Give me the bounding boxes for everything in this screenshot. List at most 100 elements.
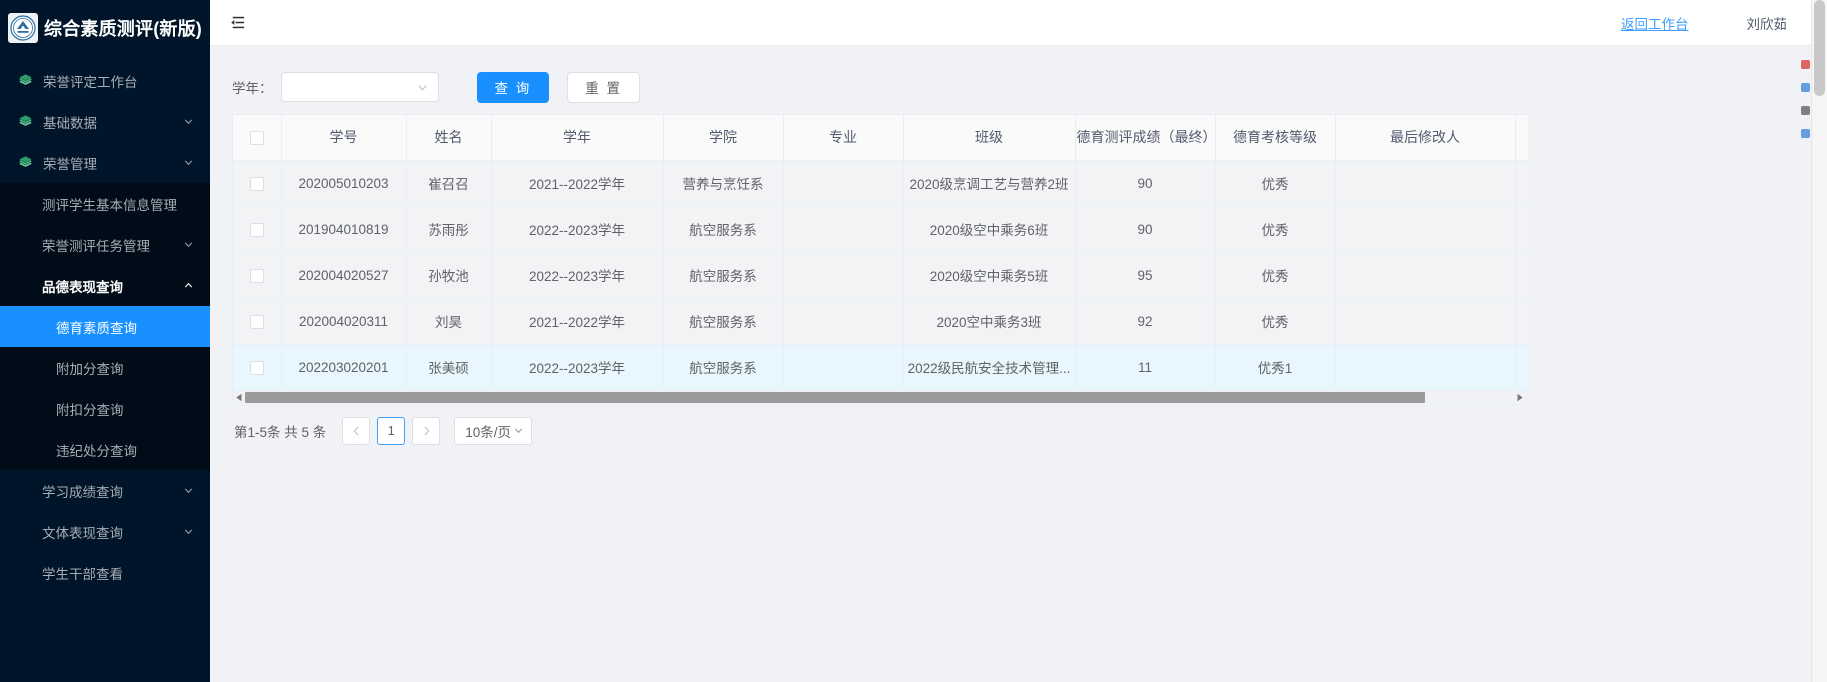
cell-major — [783, 298, 904, 345]
sidebar: 综合素质测评(新版) 荣誉评定工作台 基础数据 荣誉管理 测评学生基本信息管理 … — [0, 0, 210, 682]
sidebar-item-task-management[interactable]: 荣誉测评任务管理 — [0, 224, 210, 265]
cell-school-year: 2022--2023学年 — [491, 206, 664, 253]
menu-fold-icon[interactable] — [228, 13, 247, 32]
select-all-checkbox[interactable] — [249, 131, 264, 146]
column-header-student-id[interactable]: 学号 — [281, 115, 407, 161]
sidebar-item-moral-performance[interactable]: 品德表现查询 — [0, 265, 210, 306]
sidebar-item-student-info[interactable]: 测评学生基本信息管理 — [0, 183, 210, 224]
table-horizontal-scrollbar[interactable] — [232, 390, 1527, 406]
sidebar-item-basic-data[interactable]: 基础数据 — [0, 101, 210, 142]
scrollbar-track[interactable] — [245, 390, 1514, 405]
cell-score: 90 — [1075, 206, 1216, 253]
sidebar-item-moral-quality-query[interactable]: 德育素质查询 — [0, 306, 210, 347]
school-year-select[interactable] — [280, 72, 439, 102]
sidebar-item-academic-score-query[interactable]: 学习成绩查询 — [0, 470, 210, 511]
table-row[interactable]: 201904010819 苏雨彤 2022--2023学年 航空服务系 2020… — [233, 206, 1528, 253]
column-header-tail — [1515, 115, 1528, 161]
chevron-down-icon — [183, 116, 194, 127]
sidebar-item-bonus-points-query[interactable]: 附加分查询 — [0, 347, 210, 388]
cell-last-editor — [1335, 252, 1516, 299]
search-button[interactable]: 查 询 — [476, 71, 550, 103]
column-header-score[interactable]: 德育测评成绩（最终） — [1075, 115, 1217, 161]
sidebar-item-arts-sports-query[interactable]: 文体表现查询 — [0, 511, 210, 552]
column-header-name[interactable]: 姓名 — [406, 115, 492, 161]
sidebar-item-discipline-query[interactable]: 违纪处分查询 — [0, 429, 210, 470]
sidebar-item-label: 文体表现查询 — [42, 525, 123, 541]
cell-last-editor — [1335, 344, 1516, 391]
sidebar-item-student-cadre-view[interactable]: 学生干部查看 — [0, 552, 210, 593]
extension-icon-3[interactable] — [1801, 106, 1810, 115]
scrollbar-thumb[interactable] — [245, 392, 1426, 403]
cell-college: 营养与烹饪系 — [663, 160, 784, 207]
row-checkbox[interactable] — [249, 222, 264, 237]
app-root: 综合素质测评(新版) 荣誉评定工作台 基础数据 荣誉管理 测评学生基本信息管理 … — [0, 0, 1827, 682]
extension-icon-4[interactable] — [1801, 129, 1810, 138]
layers-icon — [18, 73, 33, 88]
cell-major — [783, 252, 904, 299]
row-checkbox-cell — [233, 206, 282, 253]
page-size-select[interactable]: 10条/页 — [454, 416, 533, 445]
cell-school-year: 2021--2022学年 — [491, 160, 664, 207]
cell-class: 2020级空中乘务5班 — [903, 252, 1076, 299]
cell-class: 2022级民航安全技术管理... — [903, 344, 1076, 391]
back-to-workbench-link[interactable]: 返回工作台 — [1621, 13, 1689, 33]
cell-class: 2020空中乘务3班 — [903, 298, 1076, 345]
cell-tail — [1515, 252, 1528, 299]
table-row[interactable]: 202005010203 崔召召 2021--2022学年 营养与烹饪系 202… — [233, 160, 1528, 207]
sidebar-item-deduction-points-query[interactable]: 附扣分查询 — [0, 388, 210, 429]
reset-button[interactable]: 重 置 — [567, 71, 641, 103]
sidebar-item-honor-management[interactable]: 荣誉管理 — [0, 142, 210, 183]
row-checkbox[interactable] — [249, 314, 264, 329]
sidebar-item-label: 学习成绩查询 — [42, 484, 123, 500]
row-checkbox[interactable] — [249, 268, 264, 283]
sidebar-item-label: 荣誉测评任务管理 — [42, 238, 150, 254]
chevron-left-icon — [353, 426, 359, 435]
column-header-major[interactable]: 专业 — [783, 115, 904, 161]
chevron-down-icon — [416, 81, 429, 94]
pagination-prev-button[interactable] — [342, 416, 371, 445]
cell-name: 孙牧池 — [406, 252, 492, 299]
extension-icon-1[interactable] — [1801, 60, 1810, 69]
cell-major — [783, 206, 904, 253]
cell-college: 航空服务系 — [663, 344, 784, 391]
user-name[interactable]: 刘欣茹 — [1747, 13, 1788, 33]
pagination-page-1[interactable]: 1 — [377, 416, 406, 445]
table-row[interactable]: 202004020527 孙牧池 2022--2023学年 航空服务系 2020… — [233, 252, 1528, 299]
brand-title: 综合素质测评(新版) — [44, 19, 202, 39]
pagination-next-button[interactable] — [412, 416, 441, 445]
cell-name: 张美硕 — [406, 344, 492, 391]
column-header-last-editor[interactable]: 最后修改人 — [1335, 115, 1516, 161]
table-row[interactable]: 202004020311 刘昊 2021--2022学年 航空服务系 2020空… — [233, 298, 1528, 345]
triangle-left-icon[interactable] — [233, 393, 245, 402]
select-all-cell — [233, 115, 282, 161]
cell-student-id: 202004020527 — [281, 252, 407, 299]
page-size-value: 10条/页 — [465, 424, 512, 440]
browser-scrollbar-thumb[interactable] — [1814, 0, 1825, 96]
row-checkbox[interactable] — [249, 360, 264, 375]
sidebar-item-honor-workbench[interactable]: 荣誉评定工作台 — [0, 60, 210, 101]
chevron-down-icon — [183, 485, 194, 496]
chevron-down-icon — [513, 425, 524, 436]
cell-score: 95 — [1075, 252, 1216, 299]
cell-score: 11 — [1075, 344, 1216, 391]
column-header-grade[interactable]: 德育考核等级 — [1215, 115, 1336, 161]
main-area: 返回工作台 刘欣茹 学年： 查 询 重 置 学号 姓名 学年 学院 专业 班级 … — [210, 0, 1827, 682]
cell-name: 苏雨彤 — [406, 206, 492, 253]
cell-school-year: 2022--2023学年 — [491, 252, 664, 299]
table-head: 学号 姓名 学年 学院 专业 班级 德育测评成绩（最终） 德育考核等级 最后修改… — [233, 115, 1528, 161]
chevron-down-icon — [183, 526, 194, 537]
triangle-right-icon[interactable] — [1514, 393, 1526, 402]
browser-edge-icons — [1801, 60, 1810, 138]
column-header-school-year[interactable]: 学年 — [491, 115, 664, 161]
column-header-college[interactable]: 学院 — [663, 115, 784, 161]
sidebar-item-label: 测评学生基本信息管理 — [42, 197, 177, 213]
row-checkbox[interactable] — [249, 176, 264, 191]
browser-vertical-scrollbar[interactable] — [1811, 0, 1827, 682]
row-checkbox-cell — [233, 160, 282, 207]
extension-icon-2[interactable] — [1801, 83, 1810, 92]
cell-class: 2020级烹调工艺与营养2班 — [903, 160, 1076, 207]
table-row[interactable]: 202203020201 张美硕 2022--2023学年 航空服务系 2022… — [233, 344, 1528, 391]
cell-school-year: 2021--2022学年 — [491, 298, 664, 345]
column-header-class[interactable]: 班级 — [903, 115, 1076, 161]
school-year-label: 学年： — [232, 81, 273, 96]
